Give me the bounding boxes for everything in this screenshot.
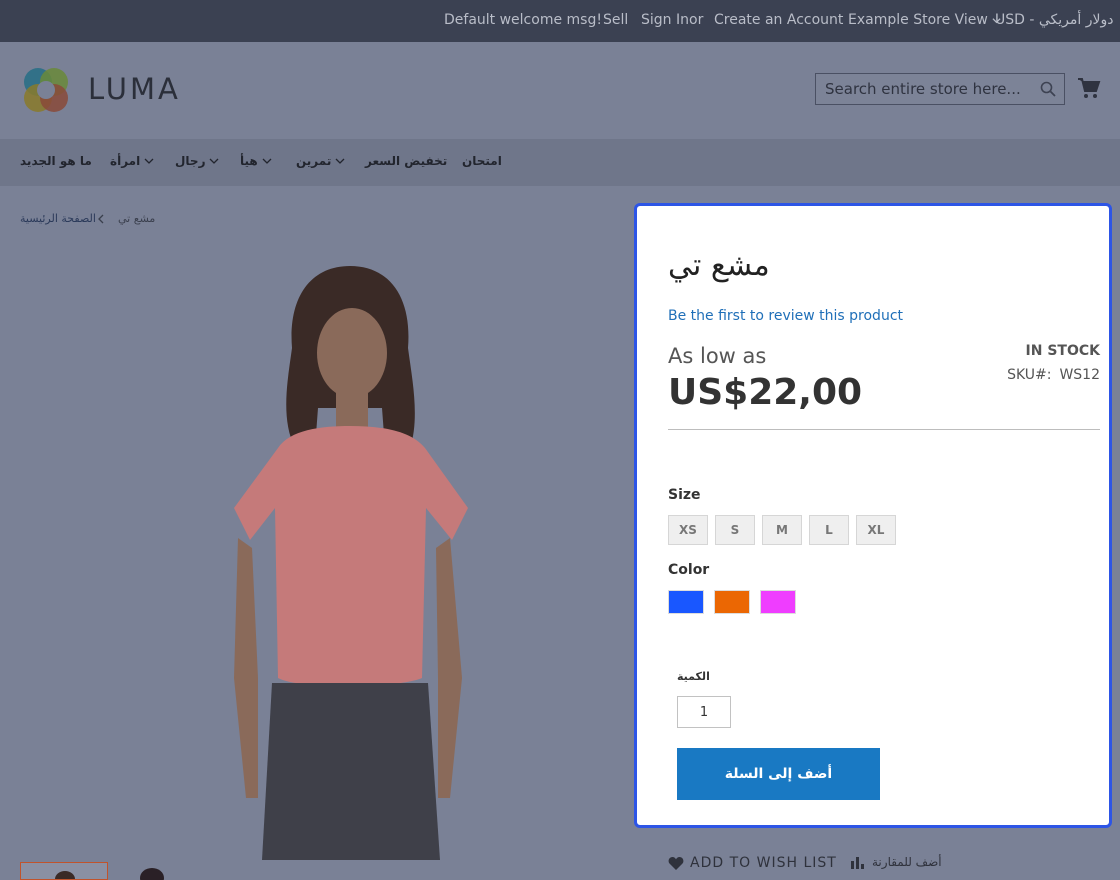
- nav-label: رجال: [175, 154, 206, 168]
- search-icon[interactable]: [1040, 81, 1056, 97]
- cart-icon[interactable]: [1077, 76, 1101, 100]
- breadcrumb-current: مشع تي: [118, 212, 156, 225]
- nav-label: تخفيض السعر: [365, 154, 448, 168]
- nav-label: امتحان: [462, 154, 502, 168]
- thumbnail-image: [140, 868, 164, 880]
- nav-item-men[interactable]: رجال: [175, 154, 219, 168]
- qty-input[interactable]: [677, 696, 731, 728]
- nav-label: هيأ: [240, 154, 258, 168]
- top-bar: Default welcome msg! Sell Sign In or Cre…: [0, 0, 1120, 42]
- sell-link[interactable]: Sell: [603, 12, 628, 28]
- review-link[interactable]: Be the first to review this product: [668, 308, 903, 324]
- chevron-down-icon: [210, 158, 219, 164]
- qty-label: الكمية: [677, 670, 710, 683]
- stock-status: IN STOCK: [1025, 343, 1100, 359]
- add-to-wishlist-link[interactable]: ADD TO WISH LIST: [668, 855, 837, 871]
- add-to-compare-link[interactable]: أضف للمقارنة: [850, 855, 942, 869]
- sku-value: WS12: [1059, 367, 1100, 383]
- search-input[interactable]: [816, 74, 1036, 104]
- bar-chart-icon: [851, 857, 864, 869]
- search-form: [815, 73, 1065, 105]
- store-view-label: Example Store View: [848, 12, 988, 28]
- nav-item-sale[interactable]: تخفيض السعر: [365, 154, 447, 168]
- chevron-down-icon: [335, 158, 345, 164]
- price-label: As low as: [668, 344, 767, 368]
- size-option-xs[interactable]: XS: [668, 515, 708, 545]
- nav-item-training[interactable]: تمرين: [296, 154, 345, 168]
- divider: [668, 429, 1100, 430]
- color-label: Color: [668, 562, 710, 578]
- or-text: or: [689, 12, 704, 28]
- welcome-message: Default welcome msg!: [444, 12, 602, 28]
- heart-icon: [668, 856, 684, 870]
- color-swatch-blue[interactable]: [668, 590, 704, 614]
- color-swatch-orange[interactable]: [714, 590, 750, 614]
- nav-item-exam[interactable]: امتحان: [462, 154, 502, 168]
- thumbnail-image: [55, 871, 75, 879]
- size-label: Size: [668, 487, 701, 503]
- nav-label: تمرين: [296, 154, 332, 168]
- create-account-link[interactable]: Create an Account: [714, 12, 843, 28]
- main-nav: ما هو الجديد امرأة رجال هيأ تمرين تخفيض …: [0, 139, 1120, 186]
- thumbnail-1[interactable]: [20, 862, 108, 880]
- currency-switcher[interactable]: USD - دولار أمريكي: [995, 12, 1113, 28]
- product-main-image[interactable]: [200, 258, 500, 860]
- nav-item-women[interactable]: امرأة: [110, 154, 154, 168]
- thumbnail-2[interactable]: [130, 864, 170, 880]
- size-option-s[interactable]: S: [715, 515, 755, 545]
- nav-label: امرأة: [110, 154, 141, 168]
- chevron-down-icon: [262, 158, 272, 164]
- sku-label: SKU#:: [1007, 367, 1052, 383]
- luma-logo-icon[interactable]: [20, 65, 72, 115]
- wishlist-label: ADD TO WISH LIST: [690, 855, 837, 871]
- chevron-left-icon: [98, 214, 104, 224]
- breadcrumb-home[interactable]: الصفحة الرئيسية: [20, 212, 96, 225]
- size-option-xl[interactable]: XL: [856, 515, 896, 545]
- product-title: مشع تي: [668, 248, 770, 283]
- size-option-l[interactable]: L: [809, 515, 849, 545]
- sign-in-link[interactable]: Sign In: [641, 12, 689, 28]
- store-view-switcher[interactable]: Example Store View: [848, 12, 1001, 28]
- nav-label: ما هو الجديد: [20, 154, 92, 168]
- sku: SKU#: WS12: [1007, 367, 1100, 383]
- nav-item-whats-new[interactable]: ما هو الجديد: [20, 154, 92, 168]
- product-price: US$22,00: [668, 372, 863, 413]
- logo-text[interactable]: LUMA: [88, 72, 181, 106]
- nav-item-gear[interactable]: هيأ: [240, 154, 272, 168]
- size-option-m[interactable]: M: [762, 515, 802, 545]
- chevron-down-icon: [144, 158, 154, 164]
- compare-label: أضف للمقارنة: [872, 855, 942, 869]
- color-swatch-purple[interactable]: [760, 590, 796, 614]
- add-to-cart-button[interactable]: أضف إلى السلة: [677, 748, 880, 800]
